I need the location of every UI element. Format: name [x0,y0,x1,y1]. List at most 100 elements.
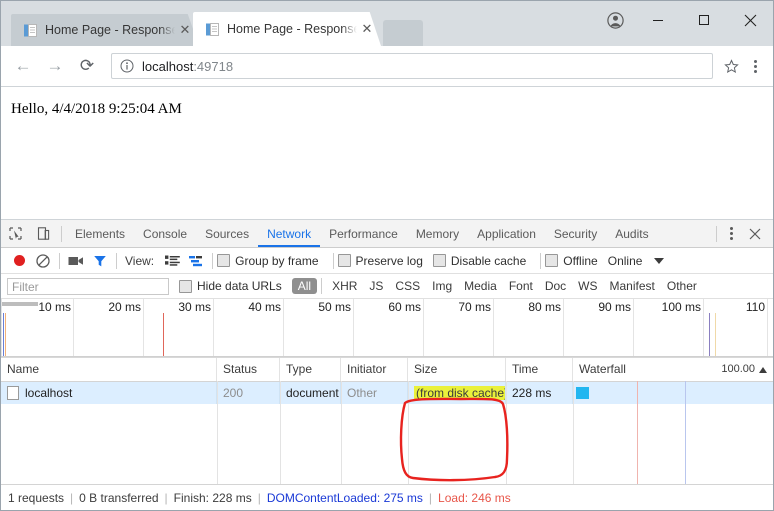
new-tab-button[interactable] [383,20,423,46]
browser-tab-2[interactable]: Home Page - ResponseC ✕ [193,12,381,46]
devtools-tab-performance[interactable]: Performance [320,221,407,247]
address-bar[interactable]: localhost:49718 [111,53,713,79]
overview-load-line [5,313,6,357]
filter-type-ws[interactable]: WS [572,278,603,294]
group-by-frame-checkbox[interactable]: Group by frame [217,254,319,268]
filter-toggle-icon[interactable] [88,249,112,273]
devtools-more-options-icon[interactable] [721,224,741,244]
devtools-tab-console[interactable]: Console [134,221,196,247]
filter-type-other[interactable]: Other [661,278,703,294]
preserve-log-checkbox[interactable]: Preserve log [337,254,423,268]
device-toolbar-icon[interactable] [29,221,57,247]
devtools-tab-application[interactable]: Application [468,221,545,247]
disable-cache-checkbox[interactable]: Disable cache [432,254,526,268]
filter-type-all[interactable]: All [291,278,318,294]
profile-avatar-icon[interactable] [595,1,635,39]
status-divider: | [70,490,74,505]
throttling-value[interactable]: Online [608,254,643,268]
window-maximize-button[interactable] [681,1,727,39]
status-divider: | [257,490,261,505]
window-close-button[interactable] [727,1,773,39]
column-header-size[interactable]: Size [408,358,506,381]
chevron-down-icon[interactable] [654,257,665,264]
back-button-icon[interactable]: ← [7,50,39,82]
status-finish: Finish: 228 ms [173,490,252,505]
status-load: Load: 246 ms [438,490,511,505]
devtools-tab-sources[interactable]: Sources [196,221,258,247]
devtools-close-icon[interactable] [741,221,769,247]
view-list-icon[interactable] [160,249,184,273]
overview-baseline [1,356,773,357]
caret-up-icon[interactable] [759,366,767,373]
page-favicon-icon [23,23,38,38]
overview-load-marker [163,313,164,357]
column-header-time[interactable]: Time [506,358,573,381]
window-minimize-button[interactable] [635,1,681,39]
tab-close-icon[interactable]: ✕ [359,21,375,37]
filter-type-xhr[interactable]: XHR [326,278,363,294]
column-header-status[interactable]: Status [217,358,280,381]
reload-button-icon[interactable]: ⟳ [71,50,103,82]
filter-type-manifest[interactable]: Manifest [604,278,661,294]
inspect-element-icon[interactable] [1,221,29,247]
site-info-icon[interactable] [120,59,134,73]
browser-tab-1[interactable]: Home Page - ResponseC ✕ [11,14,199,46]
network-overview-timeline[interactable]: 10 ms 20 ms 30 ms 40 ms 50 ms 60 ms 70 m… [1,299,773,358]
filter-type-doc[interactable]: Doc [539,278,572,294]
menu-dot [729,237,733,240]
browser-toolbar: ← → ⟳ localhost:49718 [1,46,773,87]
column-header-initiator[interactable]: Initiator [341,358,408,381]
devtools-tabbar-right [712,221,773,247]
network-status-bar: 1 requests | 0 B transferred | Finish: 2… [1,484,773,510]
devtools-tab-security[interactable]: Security [545,221,606,247]
toolbar-divider [716,225,717,242]
waterfall-bar [576,387,589,399]
page-viewport: Hello, 4/4/2018 9:25:04 AM [1,87,773,220]
window-controls [595,1,773,39]
table-row[interactable]: localhost 200 document Other (from disk … [1,382,773,404]
overview-tick-label: 20 ms [108,300,141,314]
url-host: localhost [142,58,194,74]
filter-type-media[interactable]: Media [458,278,503,294]
cell-initiator[interactable]: Other [341,382,408,404]
capture-screenshots-icon[interactable] [64,249,88,273]
filter-type-img[interactable]: Img [426,278,458,294]
overview-request-band [2,302,38,306]
clear-button-icon[interactable] [31,249,55,273]
devtools-tab-memory[interactable]: Memory [407,221,468,247]
tab-close-icon[interactable]: ✕ [177,22,193,38]
browser-menu-icon[interactable] [743,52,767,80]
title-bar: Home Page - ResponseC ✕ Home Page - Resp… [1,1,773,46]
column-header-type[interactable]: Type [280,358,341,381]
forward-button-icon[interactable]: → [39,50,71,82]
devtools-panel: Elements Console Sources Network Perform… [1,220,773,510]
cell-status: 200 [217,382,280,404]
cell-type: document [280,382,341,404]
record-button-icon[interactable] [7,249,31,273]
column-header-name[interactable]: Name [1,358,217,381]
filter-type-font[interactable]: Font [503,278,539,294]
bookmark-star-icon[interactable] [719,54,743,78]
toolbar-divider [59,252,60,269]
column-header-waterfall[interactable]: Waterfall 100.00 [573,358,773,381]
overview-marker-line [709,313,710,357]
table-header-row: Name Status Type Initiator Size Time Wat… [1,358,773,382]
offline-checkbox[interactable]: Offline [545,254,598,268]
network-requests-table: Name Status Type Initiator Size Time Wat… [1,358,773,484]
tab-strip: Home Page - ResponseC ✕ Home Page - Resp… [1,1,423,46]
devtools-tab-network[interactable]: Network [258,221,320,247]
hide-data-urls-checkbox[interactable]: Hide data URLs [179,279,282,293]
devtools-tab-audits[interactable]: Audits [606,221,657,247]
devtools-tab-elements[interactable]: Elements [66,221,134,247]
filter-type-js[interactable]: JS [363,278,389,294]
url-port: :49718 [193,58,234,74]
overview-tick-label: 40 ms [248,300,281,314]
filter-input[interactable]: Filter [7,277,169,295]
cell-name[interactable]: localhost [1,382,217,404]
network-toolbar: View: Group by frame Preserve log Disabl… [1,248,773,274]
checkbox-box [432,254,446,267]
view-waterfall-icon[interactable] [184,249,208,273]
filter-type-css[interactable]: CSS [389,278,426,294]
overview-tick-label: 80 ms [528,300,561,314]
tab-title: Home Page - ResponseC [45,23,175,37]
